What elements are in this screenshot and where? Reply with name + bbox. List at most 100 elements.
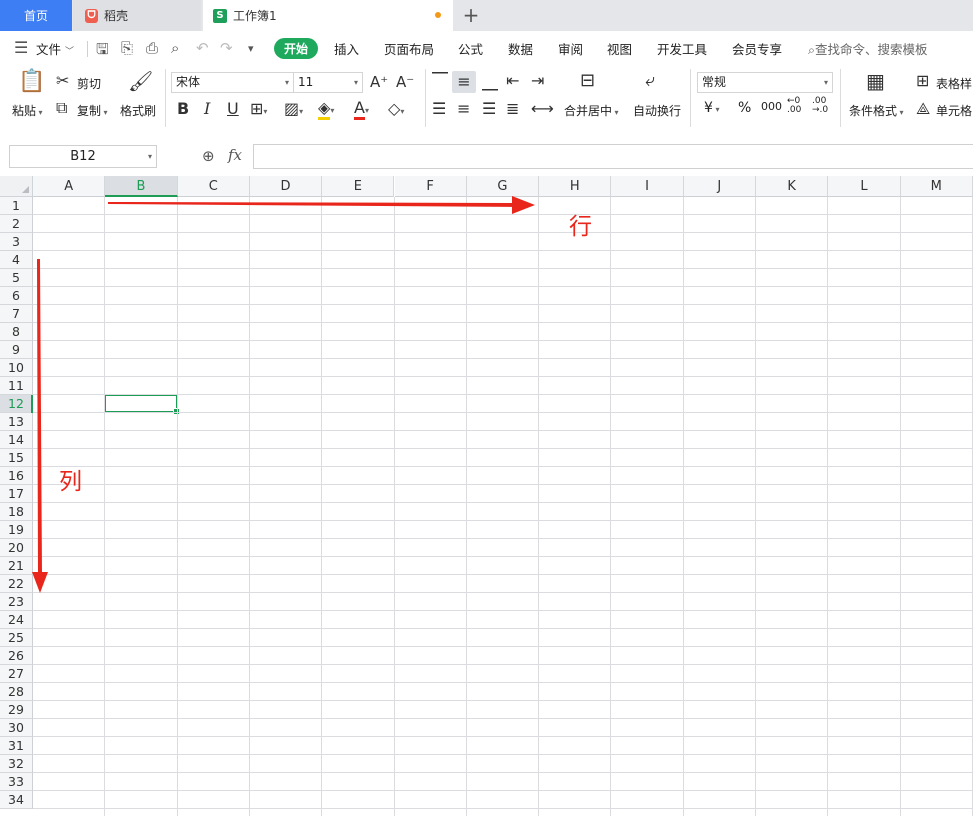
tab-docer[interactable]: ᗜ 稻壳	[73, 0, 201, 31]
scissors-icon[interactable]: ✂	[56, 73, 69, 89]
align-top-icon[interactable]: ⎺	[432, 72, 448, 88]
copy-button[interactable]: 复制 ▾	[77, 102, 108, 119]
paste-icon[interactable]: 📋	[18, 71, 45, 93]
underline-icon[interactable]: U	[227, 101, 239, 117]
menu-data[interactable]: 数据	[508, 39, 533, 58]
tab-home[interactable]: 首页	[0, 0, 72, 31]
column-arrow	[32, 259, 48, 593]
font-size-select[interactable]: 11 ▾	[293, 72, 363, 93]
cut-button[interactable]: 剪切	[77, 75, 101, 92]
menu-view[interactable]: 视图	[607, 39, 632, 58]
distribute-icon[interactable]: ⟷	[531, 101, 554, 117]
border-icon[interactable]: ⊞▾	[250, 101, 267, 120]
redo-icon[interactable]: ↷	[220, 39, 233, 57]
divider	[690, 69, 691, 127]
command-search[interactable]: ⌕查找命令、搜索模板	[808, 39, 928, 58]
bold-icon[interactable]: B	[177, 101, 189, 117]
command-search-placeholder: 查找命令、搜索模板	[815, 42, 928, 57]
tab-workbook[interactable]: S 工作簿1	[203, 0, 453, 31]
insert-function-button[interactable]: fx	[228, 146, 242, 164]
align-center-icon[interactable]: ≡	[457, 101, 470, 117]
font-color-icon[interactable]: A▾	[354, 98, 369, 120]
font-grow-icon[interactable]: A⁺	[370, 74, 388, 90]
divider	[87, 41, 88, 57]
menu-page-layout[interactable]: 页面布局	[384, 39, 434, 58]
hamburger-menu-icon[interactable]: ☰	[14, 38, 28, 57]
currency-button[interactable]: ¥ ▾	[704, 100, 719, 116]
conditional-format-button[interactable]: 条件格式 ▾	[849, 102, 904, 119]
add-tab-button[interactable]: +	[458, 3, 484, 29]
tab-home-label: 首页	[23, 9, 48, 23]
spreadsheet-grid[interactable]: ABCDEFGHIJKLM 1 2 3 4 5 6 7 8 9 10 11 12 13 14 15 16 17 1…	[0, 176, 973, 816]
wrap-text-icon[interactable]: ⤶	[645, 72, 655, 90]
menu-file[interactable]: 文件 ﹀	[36, 39, 74, 58]
unsaved-dot-icon	[435, 12, 441, 18]
formula-input[interactable]	[253, 144, 973, 169]
save-icon[interactable]: 🖫	[96, 39, 109, 64]
row-arrow	[107, 196, 535, 214]
menu-bar: ☰ 文件 ﹀ 🖫 ⎘ ⎙ ⌕ ↶ ↷ ▾ 开始 插入 页面布局 公式 数据 审阅…	[0, 31, 973, 65]
align-middle-icon[interactable]: ≡	[452, 71, 476, 93]
table-style-button[interactable]: 表格样	[936, 75, 972, 92]
menu-formula[interactable]: 公式	[458, 39, 483, 58]
undo-icon[interactable]: ↶	[196, 39, 209, 57]
indent-decrease-icon[interactable]: ⇤	[506, 73, 519, 89]
indent-increase-icon[interactable]: ⇥	[531, 73, 544, 89]
percent-button[interactable]: %	[738, 100, 751, 116]
format-painter-icon[interactable]: 🖌	[128, 71, 153, 91]
paste-button[interactable]: 粘贴 ▾	[12, 102, 43, 119]
thousands-button[interactable]: 000	[761, 100, 782, 113]
zoom-search-icon[interactable]: ⊕	[202, 147, 215, 165]
justify-icon[interactable]: ≣	[506, 101, 519, 117]
tab-docer-label: 稻壳	[104, 9, 129, 23]
align-right-icon[interactable]: ☰	[482, 101, 496, 117]
column-arrow-head	[32, 572, 48, 593]
menu-insert[interactable]: 插入	[334, 39, 359, 58]
align-bottom-icon[interactable]: ⎽	[482, 74, 498, 90]
docer-logo-icon: ᗜ	[85, 8, 98, 23]
font-shrink-icon[interactable]: A⁻	[396, 74, 414, 90]
cell-style-icon[interactable]: ⟁	[916, 101, 930, 117]
column-arrow-shaft	[36, 259, 43, 577]
merge-center-button[interactable]: 合并居中 ▾	[564, 102, 619, 119]
menu-developer[interactable]: 开发工具	[657, 39, 707, 58]
name-box[interactable]: B12 ▾	[9, 145, 157, 168]
chevron-down-icon: ▾	[147, 152, 152, 161]
print-preview-icon[interactable]: ⌕	[171, 39, 179, 57]
number-format-select[interactable]: 常规 ▾	[697, 72, 833, 93]
chevron-down-icon: ▾	[36, 108, 43, 117]
annotation-arrows	[32, 196, 535, 593]
chevron-down-icon: ▾	[897, 108, 904, 117]
divider	[425, 69, 426, 127]
wrap-text-button[interactable]: 自动换行	[633, 102, 681, 119]
format-painter-button[interactable]: 格式刷	[120, 102, 156, 119]
row-annotation-label: 行	[569, 214, 592, 240]
clear-format-icon[interactable]: ◇▾	[388, 101, 404, 120]
merge-center-icon[interactable]: ⊟	[580, 72, 595, 90]
fill-color-icon[interactable]: ◈▾	[318, 98, 334, 120]
font-name-value: 宋体	[176, 75, 201, 89]
spreadsheet-logo-icon: S	[213, 8, 227, 23]
export-icon[interactable]: ⎘	[121, 39, 133, 57]
menu-review[interactable]: 审阅	[558, 39, 583, 58]
menu-file-label: 文件	[36, 42, 62, 57]
font-name-select[interactable]: 宋体 ▾	[171, 72, 294, 93]
copy-icon[interactable]: ⧉	[56, 100, 67, 116]
menu-start[interactable]: 开始	[274, 38, 318, 59]
chevron-down-icon: ▾	[612, 108, 619, 117]
chevron-down-icon: ▾	[823, 78, 828, 87]
italic-icon[interactable]: I	[204, 101, 210, 117]
print-icon[interactable]: ⎙	[146, 39, 158, 57]
chevron-down-icon: ▾	[712, 105, 720, 114]
decimal-increase-button[interactable]: ←0 .00	[787, 97, 807, 115]
conditional-format-icon[interactable]: ▦	[866, 71, 885, 91]
fill-pattern-icon[interactable]: ▨▾	[284, 101, 303, 120]
table-style-icon[interactable]: ⊞	[916, 73, 929, 89]
quick-access-more-icon[interactable]: ▾	[248, 42, 254, 55]
cell-style-button[interactable]: 单元格	[936, 102, 972, 119]
menu-member[interactable]: 会员专享	[732, 39, 782, 58]
chevron-down-icon: ﹀	[65, 47, 75, 57]
chevron-down-icon: ▾	[353, 78, 358, 87]
align-left-icon[interactable]: ☰	[432, 101, 446, 117]
decimal-decrease-button[interactable]: .00 →.0	[812, 97, 832, 115]
